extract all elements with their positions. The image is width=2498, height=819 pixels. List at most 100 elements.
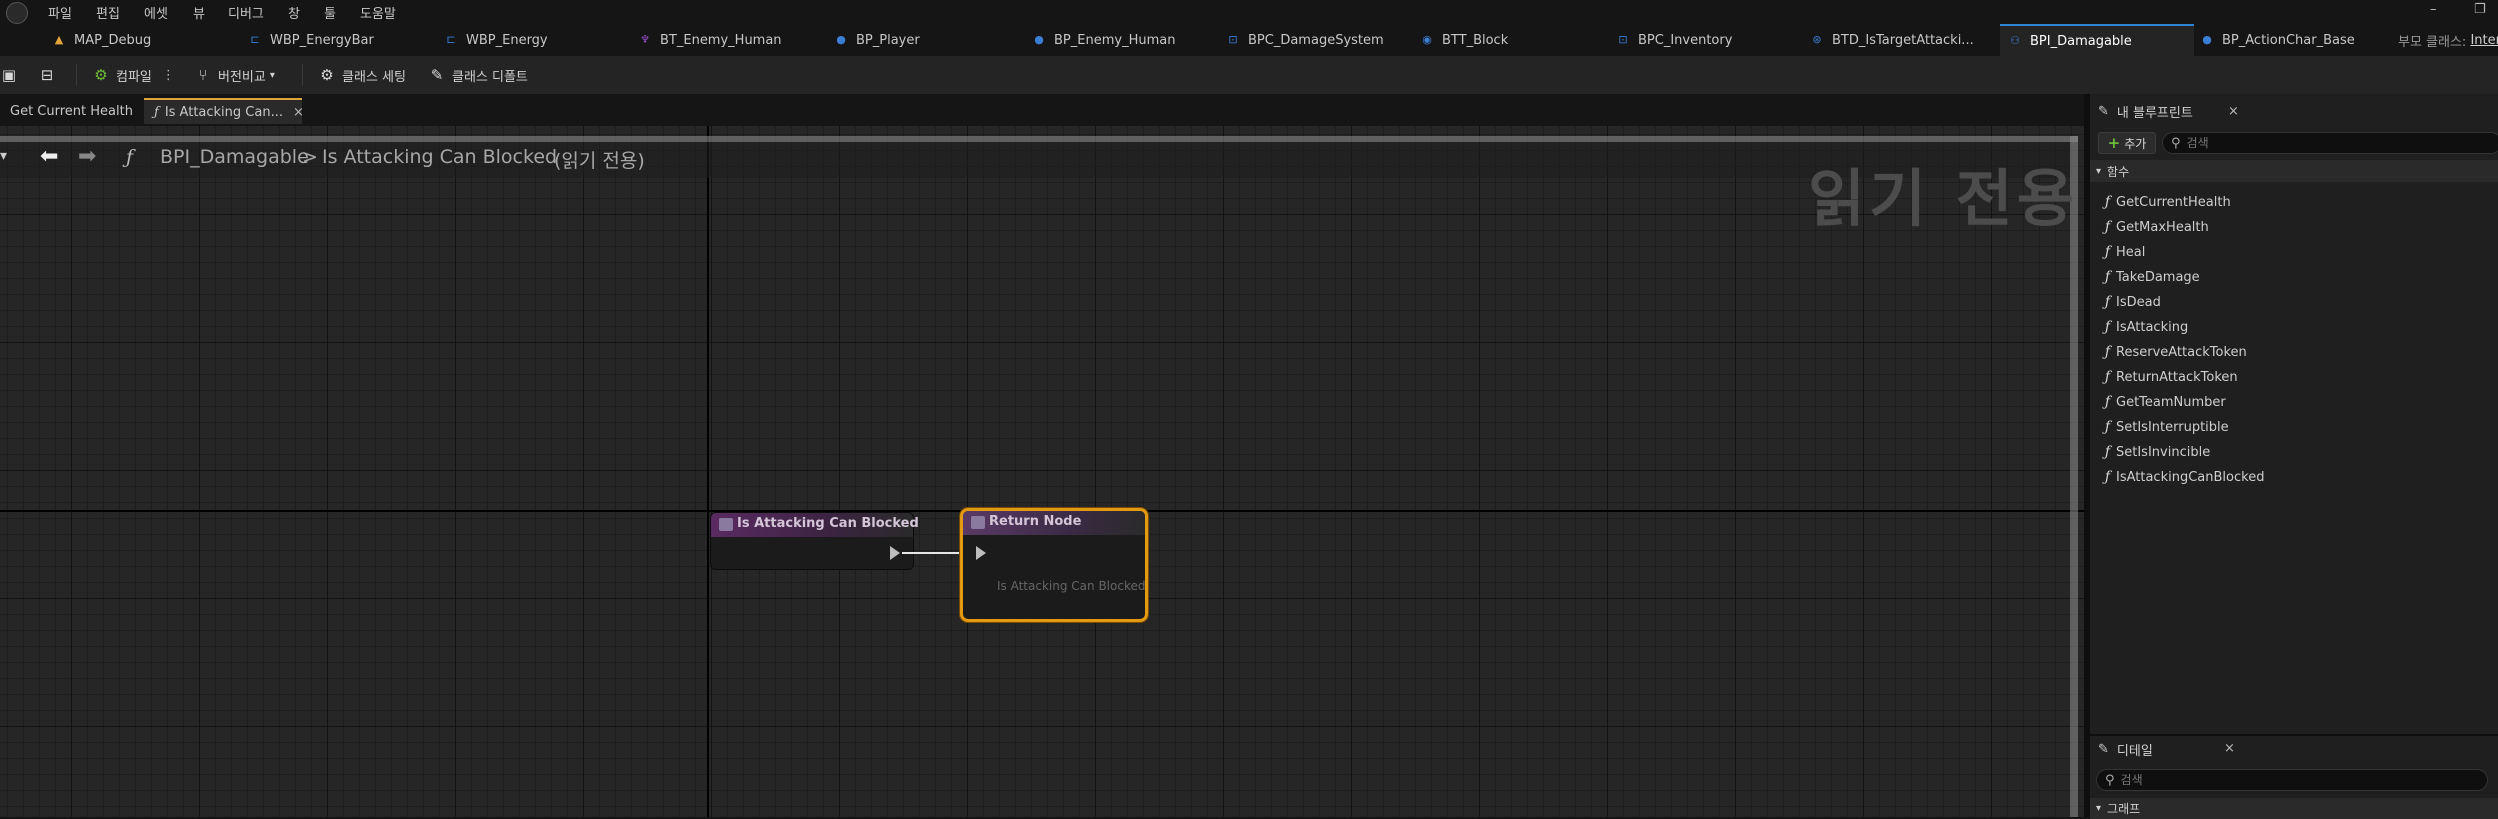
asset-tab-map-debug[interactable]: ▲ MAP_Debug	[52, 24, 242, 56]
asset-tab-btd-istargetattacking[interactable]: ⊛ BTD_IsTargetAttacki...	[1810, 24, 2000, 56]
close-icon[interactable]: ×	[2228, 104, 2239, 119]
asset-tab-wbp-energy[interactable]: ⊏ WBP_Energy	[444, 24, 634, 56]
function-item-heal[interactable]: ƒ Heal	[2090, 240, 2498, 264]
function-name: SetIsInterruptible	[2116, 419, 2229, 435]
readonly-frame-right	[2070, 136, 2078, 817]
function-item-getteamnumber[interactable]: ƒ GetTeamNumber	[2090, 390, 2498, 414]
compile-icon: ⚙	[94, 66, 108, 84]
function-name: GetTeamNumber	[2116, 394, 2226, 410]
parent-class-label: 부모 클래스:	[2398, 34, 2467, 50]
return-node[interactable]: Return Node Is Attacking Can Blocked	[960, 508, 1148, 622]
parent-class-link[interactable]: Inter	[2470, 33, 2498, 48]
return-output-label: Is Attacking Can Blocked	[997, 579, 1146, 593]
breadcrumb: ▾ ⬅ ➡ ƒ BPI_Damagable > Is Attacking Can…	[0, 142, 2070, 178]
compile-button[interactable]: ⚙ 컴파일 ⋮	[92, 60, 175, 90]
menu-window[interactable]: 창	[288, 3, 300, 22]
function-name: ReturnAttackToken	[2116, 369, 2238, 385]
menu-tools[interactable]: 툴	[324, 3, 336, 22]
menu-help[interactable]: 도움말	[360, 3, 396, 22]
class-settings-button[interactable]: ⚙ 클래스 세팅	[318, 60, 406, 90]
function-icon: ƒ	[2104, 194, 2110, 210]
breadcrumb-function[interactable]: Is Attacking Can Blocked	[322, 146, 557, 168]
function-item-getmaxhealth[interactable]: ƒ GetMaxHealth	[2090, 215, 2498, 239]
function-item-setisinterruptible[interactable]: ƒ SetIsInterruptible	[2090, 415, 2498, 439]
function-icon: ƒ	[2104, 394, 2110, 410]
function-icon: ƒ	[2104, 369, 2110, 385]
close-icon[interactable]: ×	[2224, 741, 2235, 756]
blueprint-search-field[interactable]: ⚲	[2162, 132, 2498, 154]
function-name: IsDead	[2116, 294, 2161, 310]
menu-edit[interactable]: 편집	[96, 3, 120, 22]
node-title: Return Node	[989, 514, 1082, 529]
component-icon: ⊡	[1618, 33, 1628, 46]
menu-asset[interactable]: 에셋	[144, 3, 168, 22]
asset-tab-bp-player[interactable]: ● BP_Player	[834, 24, 1024, 56]
function-item-isattacking[interactable]: ƒ IsAttacking	[2090, 315, 2498, 339]
exec-input-pin[interactable]	[976, 546, 986, 560]
function-item-takedamage[interactable]: ƒ TakeDamage	[2090, 265, 2498, 289]
character-icon: ●	[2202, 33, 2212, 46]
doc-tab-get-current-health[interactable]: Get Current Health	[10, 98, 133, 124]
function-item-returnattacktoken[interactable]: ƒ ReturnAttackToken	[2090, 365, 2498, 389]
asset-tab-bpc-inventory[interactable]: ⊡ BPC_Inventory	[1616, 24, 1806, 56]
node-title: Is Attacking Can Blocked	[737, 516, 919, 531]
compile-label: 컴파일	[116, 69, 152, 85]
history-dropdown-icon[interactable]: ▾	[0, 148, 7, 164]
back-arrow-icon[interactable]: ⬅	[40, 144, 58, 169]
exec-output-pin[interactable]	[890, 546, 900, 560]
readonly-watermark: 읽기 전용	[1808, 162, 2078, 235]
interface-icon: ⚇	[2010, 34, 2020, 47]
diff-button[interactable]: ⑂ 버전비교 ▾	[194, 60, 274, 90]
function-item-reserveattacktoken[interactable]: ƒ ReserveAttackToken	[2090, 340, 2498, 364]
function-entry-node[interactable]: Is Attacking Can Blocked	[710, 512, 919, 570]
close-icon[interactable]: ×	[293, 105, 304, 120]
function-icon: ƒ	[154, 104, 159, 120]
menu-file[interactable]: 파일	[48, 3, 72, 22]
function-icon: ƒ	[2104, 344, 2110, 360]
function-icon: ƒ	[2104, 419, 2110, 435]
class-defaults-button[interactable]: ✎ 클래스 디폴트	[428, 60, 528, 90]
doc-tab-is-attacking-can-blocked[interactable]: ƒ Is Attacking Can... ×	[144, 98, 304, 124]
function-item-isattackingcanblocked[interactable]: ƒ IsAttackingCanBlocked	[2090, 465, 2498, 489]
asset-tab-wbp-energybar[interactable]: ⊏ WBP_EnergyBar	[248, 24, 438, 56]
function-node-icon	[719, 518, 733, 531]
asset-tab-bpi-damagable[interactable]: ⚇ BPI_Damagable	[2000, 24, 2194, 56]
save-button[interactable]: ▣	[0, 60, 24, 90]
breadcrumb-owner[interactable]: BPI_Damagable	[160, 146, 309, 168]
toolbar-divider	[302, 64, 303, 86]
my-blueprint-tab[interactable]: ✎ 내 블루프린트	[2098, 98, 2193, 124]
asset-tab-btt-block[interactable]: ◉ BTT_Block	[1420, 24, 1610, 56]
add-label: 추가	[2124, 136, 2147, 151]
menu-view[interactable]: 뷰	[193, 3, 205, 22]
restore-button[interactable]: ❐	[2474, 2, 2486, 17]
unreal-logo-icon[interactable]	[6, 2, 28, 24]
function-icon: ƒ	[2104, 469, 2110, 485]
search-input[interactable]	[2114, 773, 2487, 787]
asset-tab-bt-enemy-human[interactable]: ♆ BT_Enemy_Human	[638, 24, 828, 56]
doc-tab-label: Get Current Health	[10, 103, 133, 119]
graph-section-header[interactable]: ▾ 그래프	[2090, 798, 2498, 819]
asset-tab-bp-actionchar-base[interactable]: ● BP_ActionChar_Base	[2200, 24, 2390, 56]
minimize-button[interactable]: –	[2430, 2, 2437, 17]
asset-tab-label: MAP_Debug	[74, 32, 152, 48]
compile-options-icon[interactable]: ⋮	[162, 68, 175, 83]
function-item-isdead[interactable]: ƒ IsDead	[2090, 290, 2498, 314]
add-button[interactable]: + 추가	[2098, 132, 2156, 154]
function-item-setisinvincible[interactable]: ƒ SetIsInvincible	[2090, 440, 2498, 464]
function-name: TakeDamage	[2116, 269, 2200, 285]
folder-search-icon: ⊟	[40, 66, 54, 84]
character-icon: ●	[836, 33, 846, 46]
details-tab[interactable]: ✎ 디테일	[2098, 736, 2153, 762]
breadcrumb-separator: >	[302, 146, 318, 168]
graph-editor[interactable]: ▾ ⬅ ➡ ƒ BPI_Damagable > Is Attacking Can…	[0, 126, 2084, 817]
menu-debug[interactable]: 디버그	[228, 3, 264, 22]
browse-button[interactable]: ⊟	[38, 60, 62, 90]
blueprint-tab-icon: ✎	[2098, 103, 2109, 119]
function-item-getcurrenthealth[interactable]: ƒ GetCurrentHealth	[2090, 190, 2498, 214]
asset-tab-bp-enemy-human[interactable]: ● BP_Enemy_Human	[1032, 24, 1222, 56]
search-input[interactable]	[2180, 136, 2498, 150]
functions-category-header[interactable]: ▾ 함수	[2090, 160, 2498, 182]
asset-tab-bpc-damagesystem[interactable]: ⊡ BPC_DamageSystem	[1226, 24, 1416, 56]
details-search-field[interactable]: ⚲	[2096, 769, 2488, 791]
forward-arrow-icon[interactable]: ➡	[78, 144, 96, 169]
